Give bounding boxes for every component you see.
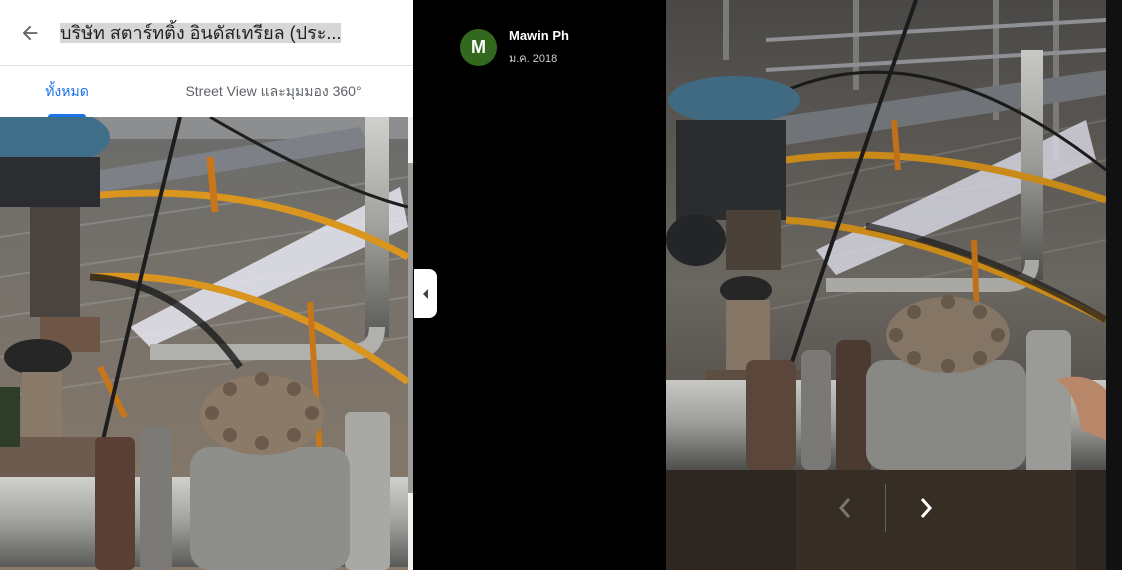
photo-date: ม.ค. 2018 xyxy=(509,53,558,65)
chevron-left-icon xyxy=(838,498,851,518)
nav-separator xyxy=(885,484,886,532)
photo-author[interactable]: M Mawin Ph ม.ค. 2018 xyxy=(460,28,569,67)
tab-street-view[interactable]: Street View และมุมมอง 360° xyxy=(134,67,413,117)
photo-viewer-background xyxy=(413,0,666,570)
side-panel: บริษัท สตาร์ทติ้ง อินดัสเทรียล (ประ... ท… xyxy=(0,0,413,570)
chevron-right-icon xyxy=(920,498,933,518)
author-name[interactable]: Mawin Ph xyxy=(509,28,569,43)
photo-tabs: ทั้งหมด Street View และมุมมอง 360° xyxy=(0,67,413,117)
valve-photo-main xyxy=(666,0,1106,570)
panel-header: บริษัท สตาร์ทติ้ง อินดัสเทรียล (ประ... xyxy=(0,0,413,66)
back-button[interactable] xyxy=(16,19,44,47)
arrow-left-icon xyxy=(22,25,38,40)
main-photo[interactable] xyxy=(666,0,1106,570)
previous-photo-button[interactable] xyxy=(825,484,865,532)
valve-photo-thumbnail xyxy=(0,117,408,570)
avatar[interactable]: M xyxy=(460,29,497,66)
page-title: บริษัท สตาร์ทติ้ง อินดัสเทรียล (ประ... xyxy=(60,23,342,43)
photo-thumbnail[interactable] xyxy=(0,117,408,570)
photo-edge xyxy=(1106,0,1122,570)
chevron-left-icon xyxy=(422,288,428,299)
collapse-panel-button[interactable] xyxy=(414,269,437,318)
author-info: Mawin Ph ม.ค. 2018 xyxy=(509,28,569,67)
next-photo-button[interactable] xyxy=(906,484,946,532)
tab-all[interactable]: ทั้งหมด xyxy=(0,67,134,117)
